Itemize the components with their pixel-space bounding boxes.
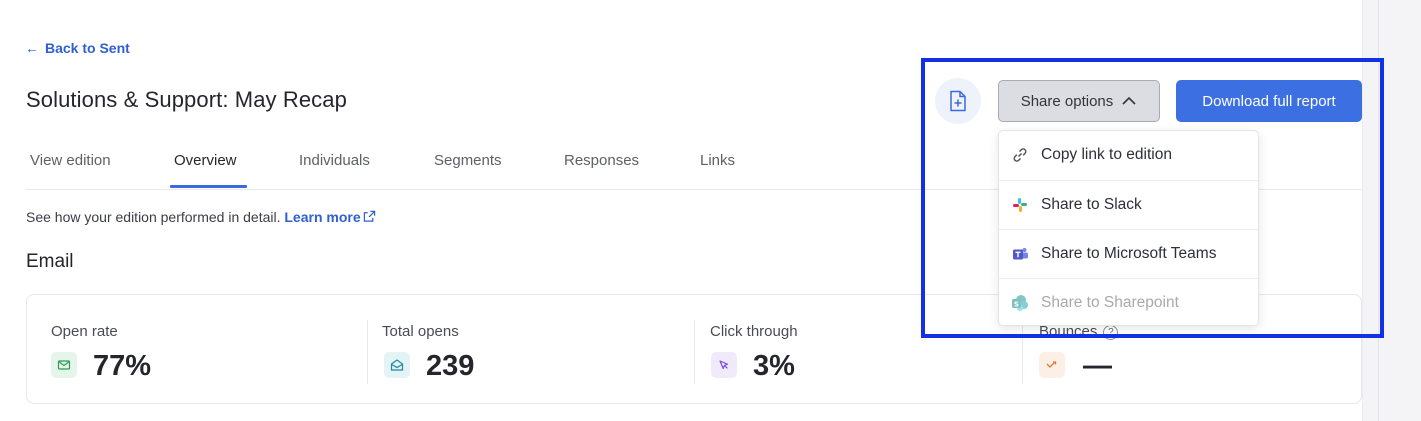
download-full-report-button[interactable]: Download full report	[1176, 80, 1362, 122]
tab-responses[interactable]: Responses	[564, 152, 639, 169]
intro-description: See how your edition performed in detail…	[26, 209, 281, 225]
menu-item-share-sharepoint: S Share to Sharepoint	[999, 278, 1258, 327]
bounce-arrow-icon	[1039, 352, 1065, 378]
stat-value: 239	[426, 350, 475, 382]
teams-icon	[1011, 245, 1029, 263]
stat-value: 3%	[753, 350, 795, 382]
learn-more-label: Learn more	[284, 209, 361, 225]
stat-label: Click through	[710, 323, 798, 340]
tab-view-edition[interactable]: View edition	[30, 152, 111, 169]
menu-item-label: Share to Sharepoint	[1041, 294, 1179, 311]
stat-click-through: Click through 3%	[695, 295, 1021, 403]
stat-label: Open rate	[51, 323, 118, 340]
intro-text: See how your edition performed in detail…	[26, 209, 376, 225]
svg-text:S: S	[1014, 300, 1019, 308]
share-options-menu: Copy link to edition Share to Slack Shar…	[998, 130, 1259, 326]
right-rail	[1362, 0, 1421, 421]
menu-item-label: Share to Microsoft Teams	[1041, 245, 1217, 262]
active-tab-indicator	[170, 185, 247, 188]
tab-segments[interactable]: Segments	[434, 152, 502, 169]
open-mail-icon	[384, 352, 410, 378]
tab-overview[interactable]: Overview	[174, 152, 237, 169]
menu-item-label: Share to Slack	[1041, 196, 1142, 213]
back-link-label: Back to Sent	[45, 40, 130, 56]
help-icon[interactable]: ?	[1103, 325, 1119, 340]
external-link-icon	[363, 210, 375, 222]
cursor-click-icon	[711, 352, 737, 378]
tab-individuals[interactable]: Individuals	[299, 152, 370, 169]
slack-icon	[1011, 196, 1029, 214]
menu-item-share-slack[interactable]: Share to Slack	[999, 180, 1258, 229]
email-section-title: Email	[26, 251, 74, 272]
stat-label: Total opens	[382, 323, 459, 340]
link-icon	[1011, 146, 1029, 164]
sharepoint-icon: S	[1011, 294, 1029, 312]
page-title: Solutions & Support: May Recap	[26, 87, 347, 112]
report-page: ← Back to Sent Solutions & Support: May …	[0, 0, 1384, 421]
chevron-up-icon	[1122, 96, 1136, 105]
add-document-button[interactable]	[935, 78, 981, 124]
menu-item-copy-link[interactable]: Copy link to edition	[999, 131, 1258, 180]
menu-item-share-teams[interactable]: Share to Microsoft Teams	[999, 229, 1258, 278]
stat-value: 77%	[93, 350, 152, 382]
file-plus-icon	[950, 90, 966, 112]
menu-item-label: Copy link to edition	[1041, 146, 1172, 163]
learn-more-link[interactable]: Learn more	[284, 209, 375, 225]
back-to-sent-link[interactable]: ← Back to Sent	[25, 40, 130, 56]
stat-open-rate: Open rate 77%	[27, 295, 367, 403]
share-options-button[interactable]: Share options	[998, 80, 1160, 122]
stat-total-opens: Total opens 239	[368, 295, 694, 403]
tab-links[interactable]: Links	[700, 152, 735, 169]
mail-icon	[51, 352, 77, 378]
share-options-label: Share options	[1020, 92, 1114, 110]
arrow-left-icon: ←	[25, 40, 39, 56]
stat-value: —	[1083, 350, 1112, 382]
scrollbar-track[interactable]	[1378, 0, 1379, 421]
